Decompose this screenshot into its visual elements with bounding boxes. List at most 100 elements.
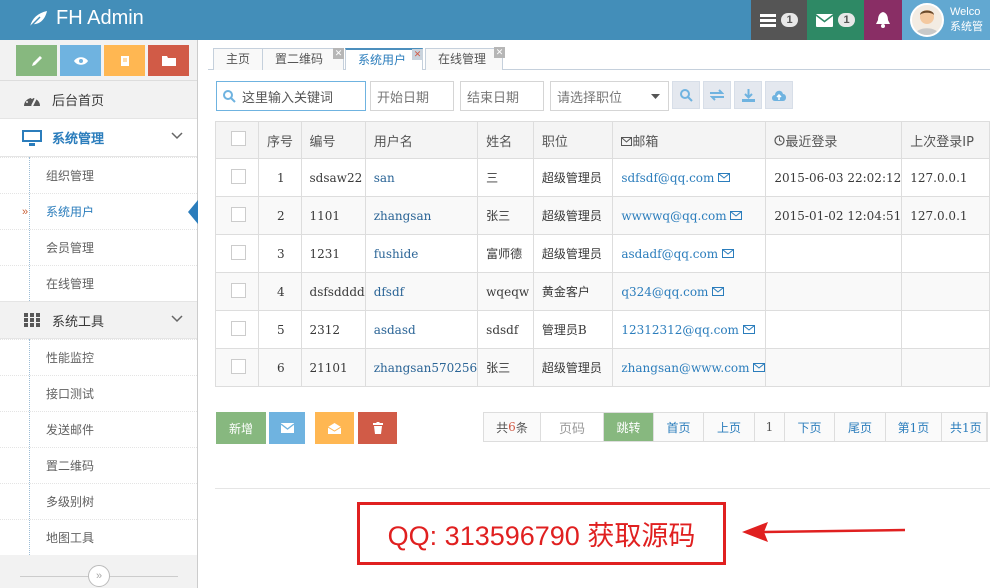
shortcut-book-button[interactable] [104, 45, 145, 76]
col-header-email[interactable]: 邮箱 [612, 121, 767, 159]
bell-icon [876, 12, 890, 28]
table-row[interactable]: 2 1101 zhangsan 张三 超级管理员 wwwwq@qq.com 2015-01… [215, 196, 990, 235]
cell-seq: 3 [257, 234, 302, 273]
search-input[interactable]: 这里输入关键词 [216, 81, 366, 111]
cell-email[interactable]: sdfsdf@qq.com [612, 158, 767, 197]
row-checkbox[interactable] [231, 358, 246, 374]
row-checkbox[interactable] [231, 206, 246, 222]
row-select-cell[interactable] [215, 158, 259, 197]
cell-username[interactable]: fushide [364, 234, 479, 273]
row-checkbox[interactable] [231, 168, 246, 184]
notifications-button[interactable] [864, 0, 902, 40]
row-checkbox[interactable] [231, 320, 246, 336]
close-icon[interactable]: ✕ [412, 49, 424, 60]
shortcut-view-button[interactable] [60, 45, 101, 76]
table-row[interactable]: 4 dsfsdddd dfsdf wqeqw 黄金客户 q324@qq.com [215, 272, 990, 311]
sidebar-item-system-mgmt[interactable]: 系统管理 [0, 119, 197, 157]
upload-button[interactable] [765, 81, 793, 109]
promo-box: QQ: 313596790 获取源码 [357, 502, 726, 565]
sidebar-item-api-test[interactable]: 接口测试 [0, 375, 197, 411]
row-select-cell[interactable] [215, 310, 259, 349]
shortcut-folder-button[interactable] [148, 45, 189, 76]
col-header[interactable]: 职位 [532, 121, 614, 159]
sidebar-item-tools[interactable]: 系统工具 [0, 301, 197, 339]
table-row[interactable]: 6 21101 zhangsan570256 张三 超级管理员 zhangsan@www.… [215, 348, 990, 387]
tab-system-users[interactable]: 系统用户 ✕ [345, 48, 424, 70]
user-table: 序号 编号 用户名 姓名 职位 邮箱 最近登录 上次登录IP 1 sdsaw22 s… [215, 121, 990, 387]
first-page-link[interactable]: 首页 [654, 413, 704, 441]
cell-email[interactable]: 12312312@qq.com [612, 310, 767, 349]
add-button[interactable]: 新增 [216, 412, 266, 444]
delete-button[interactable] [358, 412, 397, 444]
cell-username[interactable]: san [364, 158, 479, 197]
table-row[interactable]: 3 1231 fushide 富师德 超级管理员 asdadf@qq.com [215, 234, 990, 273]
tab-home[interactable]: 主页 [213, 48, 264, 70]
trash-icon [372, 422, 383, 434]
envelope-icon [280, 423, 294, 433]
envelope-icon [730, 210, 743, 220]
user-menu[interactable]: Welco 系统管 [902, 0, 990, 40]
table-row[interactable]: 5 2312 asdasd sdsdf 管理员B 12312312@qq.com [215, 310, 990, 349]
cell-username[interactable]: zhangsan570256 [364, 348, 479, 387]
arrow-left-icon [742, 522, 906, 542]
role-select[interactable]: 请选择职位 [550, 81, 669, 111]
page-number-input[interactable]: 页码 [541, 413, 604, 441]
reset-button[interactable] [703, 81, 731, 109]
sidebar-item-map[interactable]: 地图工具 [0, 519, 197, 555]
end-date-input[interactable]: 结束日期 [460, 81, 544, 111]
send-mail-button[interactable] [269, 412, 305, 444]
next-page-link[interactable]: 下页 [785, 413, 835, 441]
close-icon[interactable]: ✕ [333, 48, 345, 59]
search-button[interactable] [672, 81, 700, 109]
cell-username[interactable]: asdasd [364, 310, 479, 349]
tasks-button[interactable]: 1 [751, 0, 807, 40]
col-header[interactable]: 用户名 [364, 121, 479, 159]
select-all-checkbox[interactable] [231, 130, 246, 146]
start-date-input[interactable]: 开始日期 [370, 81, 454, 111]
col-header[interactable]: 序号 [257, 121, 302, 159]
brand[interactable]: FH Admin [28, 7, 144, 30]
cell-role: 超级管理员 [532, 158, 614, 197]
jump-button[interactable]: 跳转 [604, 413, 654, 441]
row-checkbox[interactable] [231, 244, 246, 260]
shortcut-edit-button[interactable] [16, 45, 57, 76]
last-page-link[interactable]: 尾页 [835, 413, 886, 441]
sidebar-item-members[interactable]: 会员管理 [0, 229, 197, 265]
tab-qrcode[interactable]: 置二维码 ✕ [262, 48, 345, 70]
messages-button[interactable]: 1 [807, 0, 864, 40]
cell-email[interactable]: wwwwq@qq.com [612, 196, 767, 235]
tab-online[interactable]: 在线管理 [425, 48, 504, 70]
double-angle-right-icon[interactable]: » [88, 565, 110, 587]
row-select-cell[interactable] [215, 234, 259, 273]
envelope-open-icon [328, 422, 341, 434]
row-checkbox[interactable] [231, 282, 246, 298]
col-header[interactable]: 上次登录IP [901, 121, 990, 159]
close-icon[interactable]: ✕ [494, 47, 505, 58]
sidebar-item-system-users[interactable]: » 系统用户 [0, 193, 198, 229]
sidebar-item-online[interactable]: 在线管理 [0, 265, 197, 301]
sidebar-item-qrcode[interactable]: 置二维码 [0, 447, 197, 483]
clock-icon [774, 134, 785, 146]
table-row[interactable]: 1 sdsaw22 san 三超级管理员 sdfsdf@qq.com 2015-06-0… [215, 158, 990, 197]
col-header[interactable]: 姓名 [477, 121, 534, 159]
sidebar-item-send-mail[interactable]: 发送邮件 [0, 411, 197, 447]
cell-email[interactable]: asdadf@qq.com [612, 234, 767, 273]
sidebar-item-tree[interactable]: 多级别树 [0, 483, 197, 519]
row-select-cell[interactable] [215, 196, 259, 235]
select-all-cell[interactable] [215, 121, 259, 159]
sidebar-item-perf[interactable]: 性能监控 [0, 339, 197, 375]
export-button[interactable] [734, 81, 762, 109]
col-header-last-login[interactable]: 最近登录 [765, 121, 903, 159]
cell-username[interactable]: zhangsan [364, 196, 479, 235]
prev-page-link[interactable]: 上页 [704, 413, 755, 441]
sidebar-item-org[interactable]: 组织管理 [0, 157, 197, 193]
sidebar-item-home[interactable]: 后台首页 [0, 81, 197, 119]
send-sms-button[interactable] [315, 412, 354, 444]
cell-email[interactable]: q324@qq.com [612, 272, 767, 311]
cell-username[interactable]: dfsdf [364, 272, 479, 311]
sidebar-collapse[interactable]: » [0, 564, 198, 588]
cell-email[interactable]: zhangsan@www.com [612, 348, 767, 387]
row-select-cell[interactable] [215, 272, 259, 311]
col-header[interactable]: 编号 [300, 121, 366, 159]
row-select-cell[interactable] [215, 348, 259, 387]
